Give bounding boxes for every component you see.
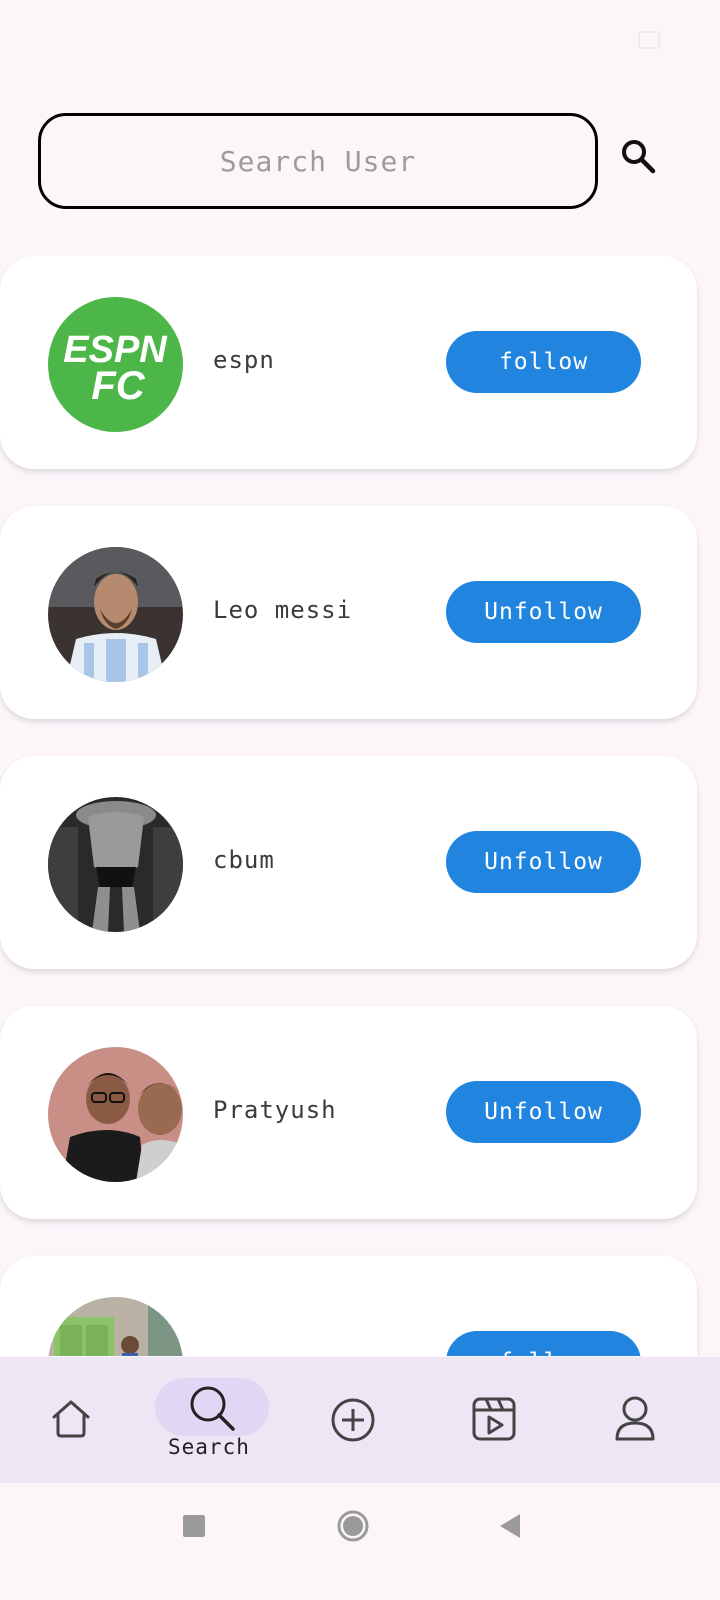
search-field[interactable] [38, 113, 598, 209]
system-nav-bar [0, 1483, 720, 1600]
home-icon[interactable] [50, 1397, 92, 1439]
friends-selfie [48, 1047, 183, 1182]
recents-icon[interactable] [183, 1515, 205, 1537]
user-card: cbum Unfollow [0, 756, 697, 969]
logo-text-fc: FC [91, 364, 145, 408]
username: Pratyush [213, 1096, 337, 1124]
doorway-photo [48, 1297, 183, 1356]
portrait-photo [48, 547, 183, 682]
avatar [48, 1297, 183, 1356]
user-card: Leo messi Unfollow [0, 506, 697, 719]
username: Leo messi [213, 596, 353, 624]
avatar [48, 1047, 183, 1182]
avatar [48, 797, 183, 932]
avatar: ESPN FC [48, 297, 183, 432]
username: espn [213, 346, 275, 374]
bodybuilder-photo [48, 797, 183, 932]
unfollow-button[interactable]: Unfollow [446, 1081, 641, 1143]
unfollow-button[interactable]: Unfollow [446, 581, 641, 643]
user-card: Pratyush Unfollow [0, 1006, 697, 1219]
avatar [48, 547, 183, 682]
home-circle-icon[interactable] [337, 1510, 369, 1542]
battery-icon [638, 31, 660, 49]
unfollow-button[interactable]: Unfollow [446, 831, 641, 893]
username: cbum [213, 846, 275, 874]
profile-icon[interactable] [614, 1395, 656, 1441]
espn-fc-logo: ESPN FC [48, 297, 183, 432]
back-icon[interactable] [498, 1513, 522, 1539]
search-input[interactable] [38, 113, 598, 209]
follow-button[interactable]: follow [446, 1331, 641, 1356]
status-bar [0, 0, 720, 80]
status-icons [638, 31, 660, 49]
follow-button[interactable]: follow [446, 331, 641, 393]
user-card: follow [0, 1256, 697, 1356]
search-icon[interactable] [618, 136, 658, 176]
reels-icon[interactable] [472, 1397, 516, 1441]
bottom-nav [0, 1357, 720, 1483]
user-list[interactable]: ESPN FC espn follow Leo messi Unfollow c… [0, 256, 720, 1356]
user-card: ESPN FC espn follow [0, 256, 697, 469]
nav-label-search: Search [168, 1435, 250, 1459]
search-icon[interactable] [187, 1383, 237, 1433]
add-icon[interactable] [330, 1397, 376, 1443]
